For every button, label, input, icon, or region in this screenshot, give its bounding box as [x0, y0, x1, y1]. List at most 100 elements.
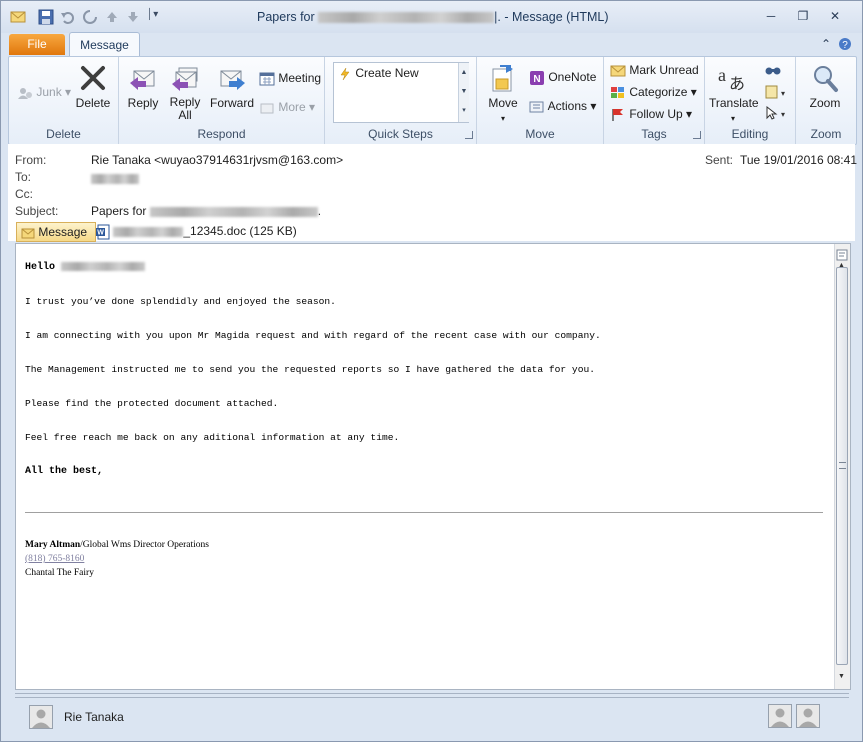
group-label-tags: Tags [641, 127, 667, 141]
down-arrow-icon[interactable] [125, 9, 141, 25]
quick-steps-scroll[interactable]: ▲ ▼ ▾ [458, 63, 469, 122]
envelope-icon [21, 228, 35, 239]
vertical-scrollbar[interactable]: ▲ ▼ [834, 244, 850, 689]
categorize-icon [611, 86, 624, 98]
tab-file[interactable]: File [9, 34, 65, 55]
message-view-button[interactable]: Message [16, 222, 96, 242]
save-icon[interactable] [38, 9, 54, 25]
signature-phone-link[interactable]: (818) 765-8160 [25, 554, 84, 564]
group-zoom: Zoom Zoom [796, 57, 856, 144]
reply-all-icon [172, 67, 198, 91]
people-pane-splitter[interactable] [15, 693, 849, 698]
redacted-recipient [318, 12, 495, 24]
from-value[interactable]: Rie Tanaka <wuyao37914631rjvsm@163.com> [91, 153, 343, 167]
select-cursor-icon[interactable]: ▾ [765, 105, 787, 123]
lightning-icon [340, 67, 350, 80]
body-line: Feel free reach me back on any aditional… [25, 432, 400, 443]
flag-icon [612, 108, 623, 121]
person-avatar-icon[interactable] [796, 704, 820, 728]
create-new-button[interactable]: Create New [338, 66, 419, 81]
magnifier-icon [814, 66, 838, 92]
body-line: Please find the protected document attac… [25, 398, 279, 409]
reply-button[interactable]: Reply [125, 63, 161, 110]
actions-button[interactable]: Actions ▾ [529, 99, 596, 114]
close-button[interactable]: ✕ [822, 7, 848, 25]
subject-value: Papers for . [91, 204, 322, 218]
more-button[interactable]: More ▾ [259, 100, 315, 115]
group-label-respond: Respond [197, 127, 246, 141]
redacted-filename [113, 227, 184, 237]
body-line: I am connecting with you upon Mr Magida … [25, 330, 601, 341]
up-arrow-icon[interactable] [104, 9, 120, 25]
move-folder-icon [492, 65, 513, 92]
people-pane-name[interactable]: Rie Tanaka [64, 710, 124, 724]
actions-icon [529, 101, 544, 113]
help-icon[interactable]: ? [838, 37, 852, 51]
categorize-button[interactable]: Categorize ▾ [610, 85, 697, 100]
redo-icon[interactable] [82, 9, 98, 25]
svg-text:a: a [718, 65, 726, 85]
svg-text:▾: ▾ [781, 110, 785, 119]
contact-avatar-icon[interactable] [29, 705, 53, 729]
to-label: To: [15, 170, 32, 184]
minimize-button[interactable]: ─ [758, 7, 784, 25]
redacted-subject [149, 206, 318, 217]
move-button[interactable]: Move ▾ [483, 63, 523, 124]
undo-icon[interactable] [60, 9, 76, 25]
dictionary-icon[interactable] [836, 249, 848, 261]
translate-button[interactable]: aあ Translate ▾ [709, 63, 759, 124]
group-label-delete: Delete [46, 127, 81, 141]
restore-button[interactable]: ❐ [790, 7, 816, 25]
envelope-icon[interactable] [10, 9, 26, 25]
related-icon[interactable]: ▾ [765, 85, 787, 102]
more-respond-icon [260, 103, 274, 114]
svg-text:?: ? [842, 40, 848, 51]
find-icon[interactable] [765, 63, 781, 80]
person-avatar-icon[interactable] [768, 704, 792, 728]
tab-message[interactable]: Message [69, 32, 140, 57]
ribbon: Junk ▾ Delete Delete Reply Reply All For… [8, 56, 857, 145]
customize-qat-icon[interactable]: │▾ [147, 9, 163, 25]
mark-unread-button[interactable]: Mark Unread [610, 63, 699, 78]
people-pane: Rie Tanaka [15, 699, 849, 735]
group-label-zoom: Zoom [810, 127, 842, 141]
group-quick-steps: Create New ▲ ▼ ▾ Quick Steps [325, 57, 477, 144]
subject-label: Subject: [15, 204, 59, 218]
svg-text:W: W [97, 230, 104, 237]
scroll-thumb[interactable] [836, 267, 848, 665]
reply-all-button[interactable]: Reply All [167, 63, 203, 122]
forward-button[interactable]: Forward [209, 63, 255, 110]
redacted-name [61, 262, 146, 271]
meeting-button[interactable]: Meeting [259, 71, 321, 86]
follow-up-button[interactable]: Follow Up ▾ [610, 107, 692, 122]
to-value[interactable] [91, 171, 139, 185]
title-bar: │▾ Papers for |. - Message (HTML) ─ ❐ ✕ [1, 1, 862, 33]
quick-steps-launcher[interactable] [465, 131, 473, 139]
delete-button[interactable]: Delete [73, 63, 113, 110]
sent-value: Tue 19/01/2016 08:41 [740, 153, 857, 167]
mark-unread-icon [610, 65, 626, 77]
from-label: From: [15, 153, 47, 167]
onenote-icon: N [530, 71, 544, 85]
message-body[interactable]: Hello I trust you’ve done splendidly and… [15, 243, 851, 690]
attachment-doc[interactable]: W _12345.doc (125 KB) [96, 224, 297, 240]
sent-label: Sent: [705, 153, 734, 167]
chevron-up-icon[interactable]: ⌃ [819, 37, 833, 51]
body-line: I trust you’ve done splendidly and enjoy… [25, 296, 336, 307]
quick-steps-gallery[interactable]: Create New ▲ ▼ ▾ [333, 62, 469, 123]
group-label-quick-steps: Quick Steps [368, 127, 433, 141]
junk-button[interactable]: Junk ▾ [17, 85, 71, 100]
calendar-icon [259, 72, 275, 86]
zoom-button[interactable]: Zoom [802, 63, 848, 110]
closing-line: All the best, [25, 466, 104, 477]
group-label-move: Move [525, 127, 555, 141]
scroll-down-arrow[interactable]: ▼ [838, 673, 845, 680]
translate-icon: aあ [718, 65, 745, 93]
group-respond: Reply Reply All Forward Meeting More ▾ R… [119, 57, 325, 144]
tags-launcher[interactable] [693, 131, 701, 139]
delete-x-icon [81, 66, 105, 90]
onenote-button[interactable]: N OneNote [529, 70, 596, 86]
greeting-line: Hello [25, 262, 146, 273]
svg-text:N: N [533, 74, 540, 85]
word-document-icon: W [96, 224, 110, 240]
